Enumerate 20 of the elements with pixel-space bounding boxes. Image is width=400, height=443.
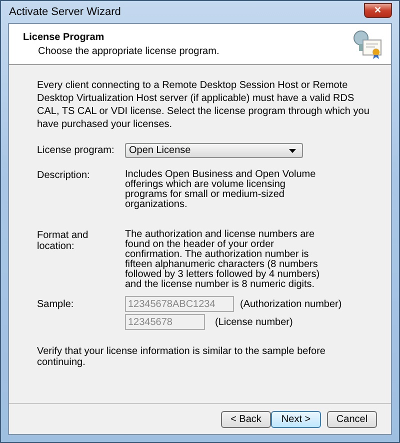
close-button[interactable]: ✕: [364, 2, 392, 18]
wizard-button[interactable]: < Back: [221, 410, 271, 428]
dropdown-arrow-icon: [289, 148, 296, 152]
intro-text: Every client connecting to a Remote Desktop Session Host or Remote Desktop Virtualization Host server (if applicable) must have a valid RDS CAL, TS CAL or VDI license. Select the license program through which you have purchased your licenses.: [37, 79, 370, 131]
license-program-dropdown[interactable]: Open License: [125, 143, 303, 158]
wizard-button[interactable]: Next >: [271, 410, 321, 428]
window-title: Activate Server Wizard: [9, 6, 121, 18]
field-caption: (License number): [215, 316, 293, 328]
verify-text: Verify that your license information is similar to the sample before continuing.: [37, 346, 326, 368]
field-label: Description:: [37, 170, 91, 183]
page-title: License Program: [23, 32, 106, 42]
page-subtitle: Choose the appropriate license program.: [38, 46, 220, 56]
format-text: The authorization and license numbers are found on the header of your order confirmation. The authorization number is fifteen alphanumeric characters (8 numbers followed by 3 letters followed by 4 numbers) and the license number is 8 numeric digits.: [125, 230, 321, 290]
field-label: Format and location:: [37, 230, 90, 254]
field-label: Sample:: [37, 299, 75, 312]
field-label: License program:: [37, 145, 116, 156]
field-caption: (Authorization number): [240, 298, 342, 310]
wizard-button[interactable]: Cancel: [327, 410, 377, 428]
description-text: Includes Open Business and Open Volume offerings which are volume licensing programs for small or medium-sized organizations.: [125, 170, 317, 210]
certificate-icon: [353, 29, 383, 59]
